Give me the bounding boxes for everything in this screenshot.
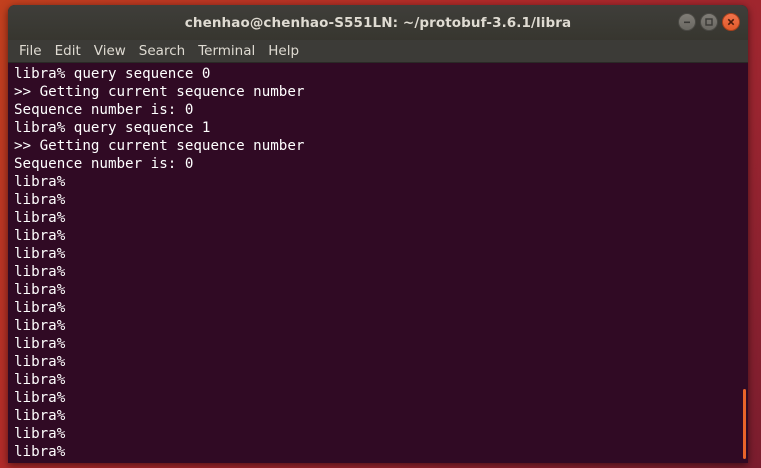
terminal-line: libra% [14,192,66,208]
menu-help[interactable]: Help [261,40,305,62]
terminal-line: Sequence number is: 0 [14,102,194,118]
close-icon [727,18,735,26]
terminal-line: >> Getting current sequence number [14,84,305,100]
menu-edit[interactable]: Edit [48,40,87,62]
terminal-line: libra% [14,228,66,244]
menu-bar: File Edit View Search Terminal Help [8,40,748,63]
terminal-line: libra% [14,210,66,226]
terminal-line: libra% [14,336,66,352]
terminal-line: libra% [14,282,66,298]
window-title: chenhao@chenhao-S551LN: ~/protobuf-3.6.1… [184,14,572,31]
terminal-line: libra% [14,390,66,406]
maximize-icon [705,18,713,26]
terminal-line: libra% query sequence 1 [14,120,211,136]
minimize-icon [684,21,690,24]
terminal-line: libra% [14,426,66,442]
close-button[interactable] [722,13,740,31]
title-bar[interactable]: chenhao@chenhao-S551LN: ~/protobuf-3.6.1… [8,5,748,40]
scrollbar[interactable] [740,63,746,463]
terminal-line: libra% [14,246,66,262]
terminal-line: libra% query sequence 0 [14,66,211,82]
terminal-line: libra% [14,354,66,370]
terminal-line: libra% [14,300,66,316]
terminal-line: libra% [14,408,66,424]
terminal-line: >> Getting current sequence number [14,138,305,154]
terminal-window: chenhao@chenhao-S551LN: ~/protobuf-3.6.1… [8,5,748,463]
menu-terminal[interactable]: Terminal [191,40,261,62]
terminal-line: libra% [14,264,66,280]
terminal-line: Sequence number is: 0 [14,156,194,172]
minimize-button[interactable] [678,13,696,31]
window-controls [678,13,740,31]
menu-view[interactable]: View [87,40,132,62]
terminal-output[interactable]: libra% query sequence 0 >> Getting curre… [8,63,748,463]
terminal-line: libra% [14,372,66,388]
terminal-line: libra% [14,174,66,190]
terminal-line: libra% [14,318,66,334]
menu-search[interactable]: Search [132,40,191,62]
maximize-button[interactable] [700,13,718,31]
menu-file[interactable]: File [12,40,48,62]
scrollbar-thumb[interactable] [743,389,746,459]
terminal-line: libra% [14,444,66,460]
